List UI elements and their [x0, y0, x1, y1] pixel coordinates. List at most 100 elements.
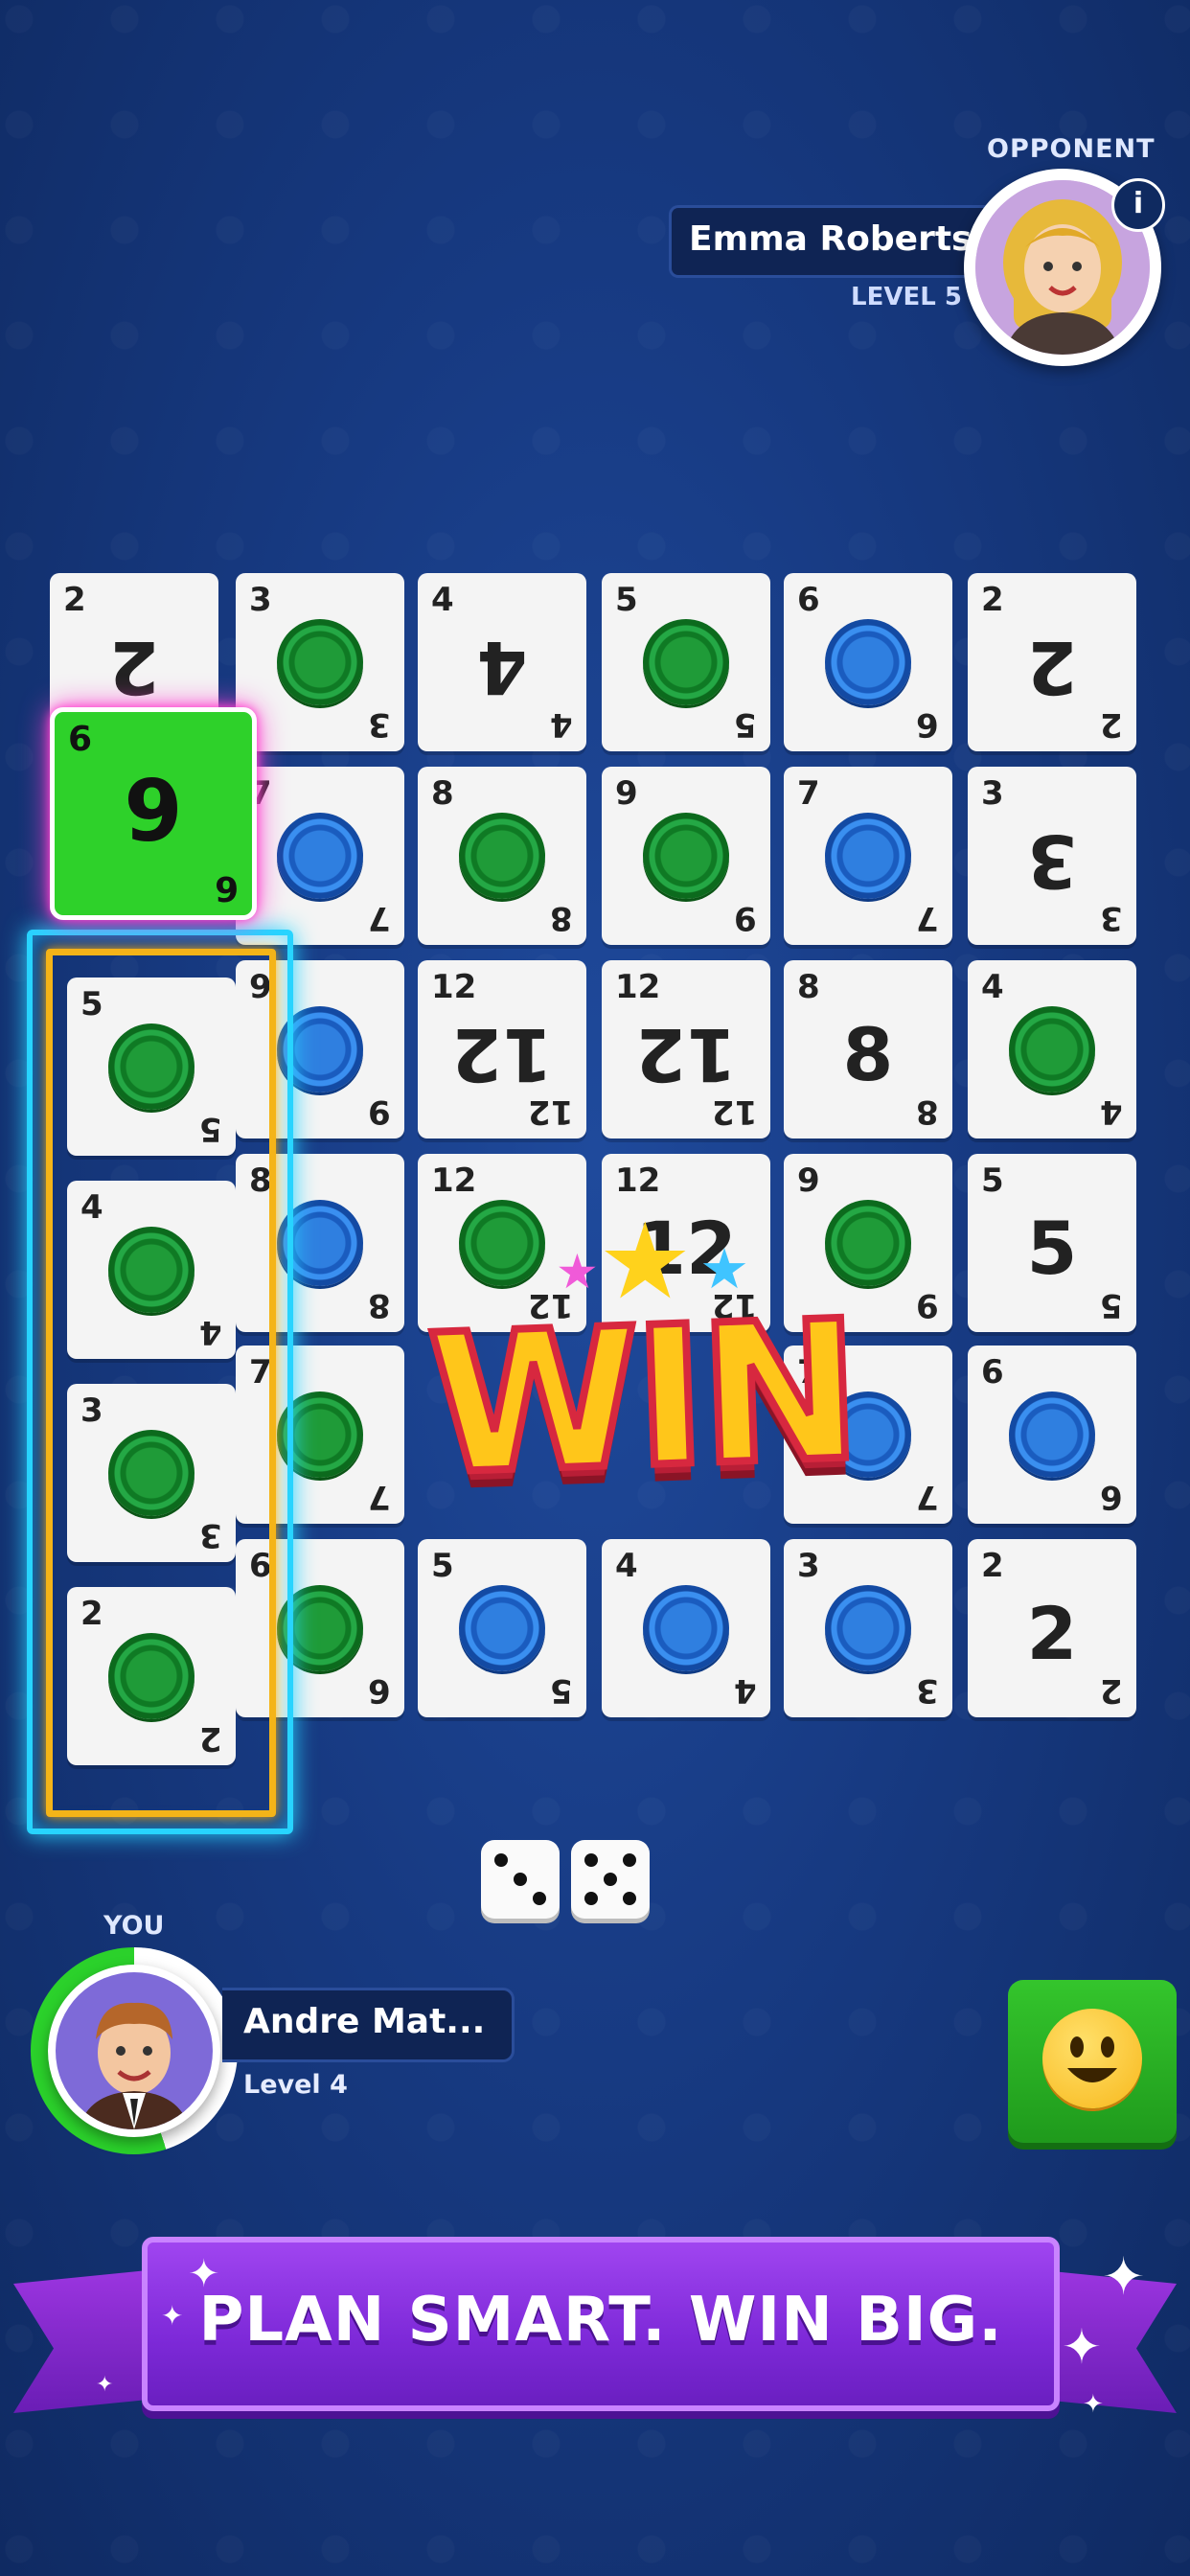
board-card[interactable]: 12 12 12 [418, 960, 586, 1138]
card-corner-value: 7 [797, 774, 820, 813]
green-chip-icon [643, 813, 729, 899]
card-corner-value: 7 [916, 1478, 939, 1516]
card-corner-value: 8 [916, 1092, 939, 1131]
green-chip-icon [825, 1200, 911, 1286]
board-card[interactable]: 888 [784, 960, 952, 1138]
card-corner-value: 3 [199, 1516, 222, 1554]
hand-card[interactable]: 33 [67, 1384, 236, 1562]
active-card-corner-bottom: 6 [214, 868, 239, 908]
card-corner-value: 8 [368, 1286, 391, 1324]
board-card[interactable]: 66 [784, 573, 952, 751]
card-center-value: 3 [1026, 818, 1078, 904]
card-corner-value: 6 [981, 1353, 1004, 1392]
card-corner-value: 5 [981, 1162, 1004, 1200]
board-card[interactable]: 44 [968, 960, 1136, 1138]
card-corner-value: 12 [527, 1092, 573, 1131]
board-card[interactable]: 55 [602, 573, 770, 751]
card-corner-value: 12 [431, 968, 477, 1006]
emoji-button[interactable] [1008, 1980, 1177, 2143]
sparkle-icon: ✦ [161, 2300, 184, 2332]
card-corner-value: 4 [80, 1188, 103, 1227]
hand-card[interactable]: 22 [67, 1587, 236, 1765]
card-center-value: 4 [476, 625, 528, 710]
card-corner-value: 4 [981, 968, 1004, 1006]
card-corner-value: 9 [615, 774, 638, 813]
card-corner-value: 12 [431, 1162, 477, 1200]
board-card[interactable]: 99 [602, 767, 770, 945]
card-corner-value: 5 [1100, 1286, 1123, 1324]
board-card[interactable]: 222 [968, 1539, 1136, 1717]
blue-chip-icon [1009, 1392, 1095, 1478]
green-chip-icon [108, 1430, 195, 1516]
card-corner-value: 6 [916, 705, 939, 744]
sparkle-icon: ✦ [1062, 2319, 1102, 2375]
board-card[interactable]: 55 [418, 1539, 586, 1717]
card-center-value: 8 [842, 1012, 894, 1097]
hand-card[interactable]: 44 [67, 1181, 236, 1359]
card-corner-value: 12 [615, 1162, 661, 1200]
card-corner-value: 12 [711, 1092, 757, 1131]
board-card[interactable]: 444 [418, 573, 586, 751]
sparkle-icon: ✦ [1083, 2390, 1104, 2419]
win-banner: WIN [422, 1276, 862, 1521]
card-corner-value: 2 [1100, 705, 1123, 744]
card-center-value: 12 [451, 1012, 553, 1097]
info-icon[interactable]: i [1111, 178, 1165, 232]
active-card[interactable]: 6 9 6 [50, 707, 257, 920]
card-corner-value: 6 [1100, 1478, 1123, 1516]
card-corner-value: 5 [199, 1110, 222, 1148]
die-1[interactable] [481, 1840, 560, 1919]
green-chip-icon [108, 1633, 195, 1719]
promo-banner-text: PLAN SMART. WIN BIG. [198, 2285, 1003, 2356]
active-card-corner: 6 [68, 720, 93, 759]
player-level: Level 4 [243, 2070, 348, 2100]
player-avatar[interactable] [48, 1965, 220, 2137]
card-center-value: 2 [108, 625, 160, 710]
board-card[interactable]: 33 [784, 1539, 952, 1717]
blue-chip-icon [459, 1585, 545, 1671]
active-card-center: 9 [124, 762, 183, 861]
card-center-value: 5 [1026, 1206, 1078, 1291]
sparkle-icon: ✦ [96, 2373, 114, 2397]
board-card[interactable]: 44 [602, 1539, 770, 1717]
die-2[interactable] [571, 1840, 650, 1919]
card-corner-value: 6 [797, 581, 820, 619]
board-card[interactable]: 77 [236, 767, 404, 945]
card-corner-value: 2 [199, 1719, 222, 1758]
blue-chip-icon [277, 813, 363, 899]
board-card[interactable]: 88 [418, 767, 586, 945]
player-label: YOU [103, 1911, 165, 1941]
card-corner-value: 9 [797, 1162, 820, 1200]
card-corner-value: 7 [916, 899, 939, 937]
player-name-box: Andre Mat... [222, 1988, 515, 2062]
board-card[interactable]: 77 [784, 767, 952, 945]
promo-banner: PLAN SMART. WIN BIG. [142, 2237, 1060, 2411]
board-card[interactable]: 555 [968, 1154, 1136, 1332]
board-card[interactable]: 66 [968, 1346, 1136, 1524]
green-chip-icon [108, 1024, 195, 1110]
green-chip-icon [108, 1227, 195, 1313]
card-corner-value: 6 [368, 1671, 391, 1710]
board-card[interactable]: 12 12 12 [602, 960, 770, 1138]
card-corner-value: 8 [431, 774, 454, 813]
card-corner-value: 5 [615, 581, 638, 619]
hand-card[interactable]: 55 [67, 978, 236, 1156]
card-center-value: 12 [635, 1012, 737, 1097]
card-corner-value: 3 [80, 1392, 103, 1430]
card-corner-value: 8 [797, 968, 820, 1006]
card-corner-value: 5 [80, 985, 103, 1024]
board-card[interactable]: 222 [968, 573, 1136, 751]
card-corner-value: 7 [368, 1478, 391, 1516]
blue-chip-icon [825, 1585, 911, 1671]
player-name: Andre Mat... [243, 2002, 486, 2041]
board-card[interactable]: 333 [968, 767, 1136, 945]
card-corner-value: 2 [981, 1547, 1004, 1585]
card-corner-value: 3 [797, 1547, 820, 1585]
opponent-name-box: Emma Roberts [669, 205, 988, 278]
card-corner-value: 4 [431, 581, 454, 619]
card-corner-value: 9 [916, 1286, 939, 1324]
card-corner-value: 2 [1100, 1671, 1123, 1710]
card-corner-value: 8 [550, 899, 573, 937]
card-corner-value: 4 [199, 1313, 222, 1351]
board-card[interactable]: 33 [236, 573, 404, 751]
